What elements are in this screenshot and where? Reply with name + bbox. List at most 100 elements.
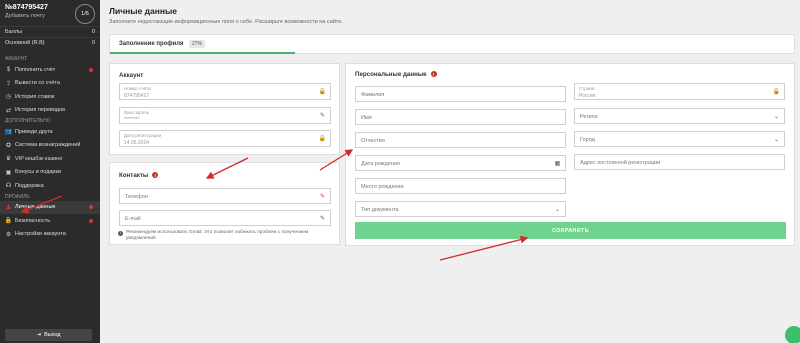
email-field[interactable]: E-mail ✎ <box>119 210 331 226</box>
sidebar-item-withdraw[interactable]: ⇪ Вывести со счёта <box>0 77 100 91</box>
country-field: Страна Россия 🔒 <box>574 83 785 100</box>
notification-dot <box>89 67 93 72</box>
vip-icon: ♛ <box>5 156 12 163</box>
lock-icon: 🔒 <box>772 89 781 95</box>
pencil-icon[interactable]: ✎ <box>319 193 326 200</box>
sidebar-item-label: Настройки аккаунта <box>15 231 66 238</box>
contacts-panel: Контакты! Телефон ✎ E-mail ✎ i Рекоменду… <box>109 162 340 245</box>
warning-icon: ! <box>152 172 159 179</box>
personal-title-text: Персональные данные <box>355 71 427 78</box>
sidebar-item-personal-data[interactable]: ♟ Личные данные <box>0 200 100 214</box>
sidebar-item-label: История ставок <box>15 93 55 100</box>
sidebar-item-deposit[interactable]: $ Пополнить счёт <box>0 63 100 77</box>
logout-label: Выход <box>44 332 61 338</box>
account-number-field: Номер счёта 874795427 🔒 <box>119 83 331 100</box>
account-header: №874795427 Добавить почту 1/6 <box>0 0 100 26</box>
personal-panel-title: Персональные данные! <box>355 71 437 78</box>
sidebar-item-bet-history[interactable]: ◷ История ставок <box>0 90 100 104</box>
field-label: Ваш пароль <box>124 109 150 115</box>
sidebar-item-label: Поддержка <box>15 182 44 189</box>
pencil-icon[interactable]: ✎ <box>319 215 326 222</box>
balance-label: Основной (R.B) <box>5 40 45 46</box>
warning-icon: ! <box>430 71 437 78</box>
gift-icon: ▣ <box>5 169 12 176</box>
password-field[interactable]: Ваш пароль ******** ✎ <box>119 107 331 124</box>
address-field[interactable]: Адрес постоянной регистрации <box>574 154 785 170</box>
history-icon: ◷ <box>5 94 12 101</box>
sidebar-item-referral[interactable]: 👥 Приведи друга <box>0 125 100 139</box>
notification-dot <box>89 205 93 209</box>
note-text: Рекомендуем использовать Gmail. Это позв… <box>126 230 309 241</box>
dollar-icon: $ <box>6 66 11 73</box>
section-profile-heading: ПРОФИЛЬ <box>5 193 30 200</box>
transfer-icon: ⇄ <box>5 107 12 114</box>
calendar-icon[interactable]: ▦ <box>554 160 561 167</box>
personal-data-panel: Персональные данные! Фамилия Имя Отчеств… <box>345 63 795 246</box>
balance-value: 0 <box>91 40 95 46</box>
support-icon: ☊ <box>5 183 12 190</box>
city-placeholder: Город <box>580 137 595 143</box>
balance-value: 0 <box>91 29 95 35</box>
info-icon: i <box>118 230 123 236</box>
sidebar-item-support[interactable]: ☊ Поддержка <box>0 179 100 193</box>
field-value: ******** <box>124 117 140 123</box>
birth-place-field[interactable]: Место рождения <box>355 178 566 194</box>
birth-date-field[interactable]: Дата рождения ▦ <box>355 155 566 171</box>
profile-progress-circle: 1/6 <box>75 4 95 24</box>
city-select[interactable]: Город ⌄ <box>574 131 785 147</box>
sidebar-item-rewards[interactable]: ✪ Система вознаграждений <box>0 139 100 153</box>
profile-tabs: Заполнение профиля 27% <box>109 34 795 54</box>
balance-row-main: Основной (R.B) 0 <box>0 37 100 48</box>
pencil-icon[interactable]: ✎ <box>319 112 326 119</box>
tab-profile-completion[interactable]: Заполнение профиля <box>119 41 184 47</box>
sidebar-item-label: VIP кешбэк казино <box>15 155 63 162</box>
sidebar-item-label: Бонусы и подарки <box>15 169 61 176</box>
sidebar-item-label: Система вознаграждений <box>15 142 81 149</box>
chevron-down-icon: ⌄ <box>554 207 561 213</box>
users-icon: 👥 <box>4 129 13 136</box>
section-extra-heading: ДОПОЛНИТЕЛЬНО <box>5 118 51 124</box>
contacts-panel-title: Контакты! <box>119 172 159 179</box>
field-value: 14.05.2024 <box>124 140 150 146</box>
gmail-recommendation-note: i Рекомендуем использовать Gmail. Это по… <box>118 230 338 242</box>
document-type-select[interactable]: Тип документа ⌄ <box>355 201 566 217</box>
notification-dot <box>89 218 93 223</box>
patronymic-field[interactable]: Отчество <box>355 132 566 148</box>
sidebar-item-transfer-history[interactable]: ⇄ История переводов <box>0 104 100 118</box>
field-label: Страна <box>579 85 595 91</box>
profile-progress-badge: 27% <box>189 40 206 48</box>
registration-date-field: Дата регистрации 14.05.2024 🔒 <box>119 130 331 147</box>
balance-row-points: Баллы 0 <box>0 26 100 37</box>
save-button[interactable]: СОХРАНИТЬ <box>355 222 786 239</box>
sidebar-item-account-settings[interactable]: ⚙ Настройки аккаунта <box>0 228 100 242</box>
lock-icon: 🔒 <box>318 89 327 95</box>
sidebar-item-security[interactable]: 🔒 Безопасность <box>0 214 100 228</box>
first-name-field[interactable]: Имя <box>355 109 566 125</box>
field-value: 874795427 <box>124 93 150 99</box>
section-account-heading: АККАУНТ <box>5 56 28 62</box>
user-icon: ♟ <box>5 204 12 211</box>
sidebar: №874795427 Добавить почту 1/6 Баллы 0 Ос… <box>0 0 100 343</box>
chevron-down-icon: ⌄ <box>773 114 780 120</box>
sidebar-item-bonuses[interactable]: ▣ Бонусы и подарки <box>0 166 100 180</box>
account-panel-title: Аккаунт <box>119 72 144 79</box>
field-label: Номер счёта <box>124 85 151 91</box>
address-placeholder: Адрес постоянной регистрации <box>580 160 661 166</box>
sidebar-item-label: Безопасность <box>15 217 51 224</box>
sidebar-item-label: Приведи друга <box>15 128 53 135</box>
contacts-title-text: Контакты <box>119 172 149 179</box>
field-label: Дата регистрации <box>124 132 162 138</box>
birth-place-placeholder: Место рождения <box>361 184 404 190</box>
withdraw-icon: ⇪ <box>5 80 12 87</box>
email-placeholder: E-mail <box>125 216 141 222</box>
page-subtitle: Заполните недостающие информационные пол… <box>109 19 343 25</box>
phone-field[interactable]: Телефон ✎ <box>119 188 331 204</box>
reward-icon: ✪ <box>5 142 12 149</box>
logout-button[interactable]: ⇥ Выход <box>5 329 92 341</box>
region-select[interactable]: Регион ⌄ <box>574 108 785 124</box>
sidebar-item-vip-cashback[interactable]: ♛ VIP кешбэк казино <box>0 152 100 166</box>
tab-active-underline <box>110 52 295 54</box>
phone-placeholder: Телефон <box>125 194 148 200</box>
last-name-field[interactable]: Фамилия <box>355 86 566 102</box>
chat-icon[interactable] <box>785 326 800 343</box>
